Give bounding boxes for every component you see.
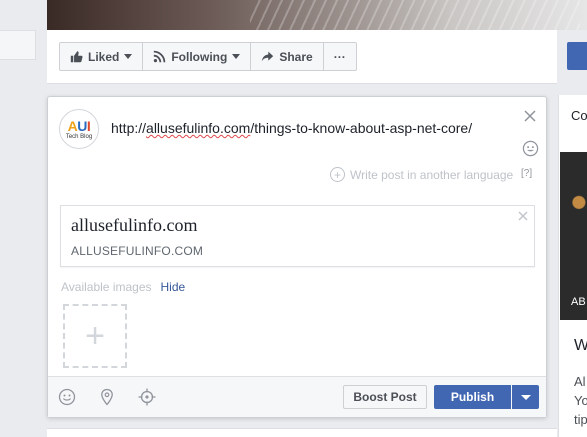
- avatar-logo: AUI: [67, 117, 91, 134]
- close-icon[interactable]: [522, 108, 538, 124]
- chevron-down-icon: [232, 54, 241, 59]
- share-arrow-icon: [262, 51, 274, 62]
- right-panel-label: Co: [571, 108, 587, 123]
- right-panel-text-line: Yo: [574, 393, 587, 408]
- available-images-row: Available images Hide: [61, 280, 185, 294]
- publish-options-button[interactable]: [512, 385, 539, 409]
- emoji-icon[interactable]: [522, 140, 539, 157]
- left-column: [0, 0, 40, 437]
- avatar: AUI Tech Blog: [59, 109, 99, 149]
- right-panel-text: Al Yo tip: [574, 372, 587, 429]
- thumbs-up-icon: [70, 51, 83, 63]
- crosshair-icon[interactable]: [138, 388, 156, 406]
- remove-preview-icon[interactable]: [517, 210, 529, 222]
- emoji-icon[interactable]: [58, 388, 76, 406]
- right-panel-image: [560, 152, 587, 320]
- link-preview-domain: ALLUSEFULINFO.COM: [71, 244, 204, 258]
- right-panel-text-line: tip: [574, 412, 587, 427]
- add-image-button[interactable]: +: [63, 304, 127, 368]
- following-button[interactable]: Following: [143, 43, 252, 70]
- post-text-input[interactable]: http://allusefulinfo.com/things-to-know-…: [111, 120, 472, 136]
- language-help-link[interactable]: [?]: [521, 168, 532, 179]
- right-panel-text-line: Al: [574, 374, 586, 389]
- available-images-label: Available images: [61, 280, 152, 294]
- plus-icon: +: [85, 317, 105, 355]
- post-text-domain: allusefulinfo.com: [146, 120, 251, 136]
- primary-page-button[interactable]: [567, 42, 587, 70]
- more-button[interactable]: ···: [324, 43, 356, 70]
- publish-button[interactable]: Publish: [434, 385, 511, 409]
- write-another-language-label: Write post in another language: [350, 167, 514, 182]
- add-circle-icon: +: [330, 167, 345, 182]
- left-card: [0, 30, 36, 60]
- page-action-buttons: Liked Following Share ···: [59, 42, 357, 71]
- chevron-down-icon: [520, 394, 531, 400]
- share-label: Share: [279, 49, 313, 64]
- following-label: Following: [171, 49, 228, 64]
- location-pin-icon[interactable]: [98, 388, 116, 406]
- right-panel-image-caption: AB: [571, 296, 586, 308]
- liked-label: Liked: [88, 49, 120, 64]
- cover-photo-texture: [250, 0, 580, 30]
- post-text-suffix: /things-to-know-about-asp-net-core/: [250, 120, 473, 136]
- next-post-card: [47, 428, 557, 437]
- boost-post-button[interactable]: Boost Post: [343, 385, 427, 409]
- rss-icon: [154, 50, 166, 63]
- liked-button[interactable]: Liked: [60, 43, 144, 70]
- chevron-down-icon: [124, 54, 133, 59]
- right-panel-heading: W: [574, 337, 587, 354]
- avatar-caption: Tech Blog: [65, 133, 93, 140]
- link-preview-title: allusefulinfo.com: [71, 215, 198, 235]
- more-icon: ···: [333, 49, 346, 64]
- share-button[interactable]: Share: [251, 43, 324, 70]
- hide-images-link[interactable]: Hide: [161, 280, 186, 294]
- write-another-language-button[interactable]: + Write post in another language: [330, 167, 513, 182]
- post-text-prefix: http://: [111, 120, 147, 136]
